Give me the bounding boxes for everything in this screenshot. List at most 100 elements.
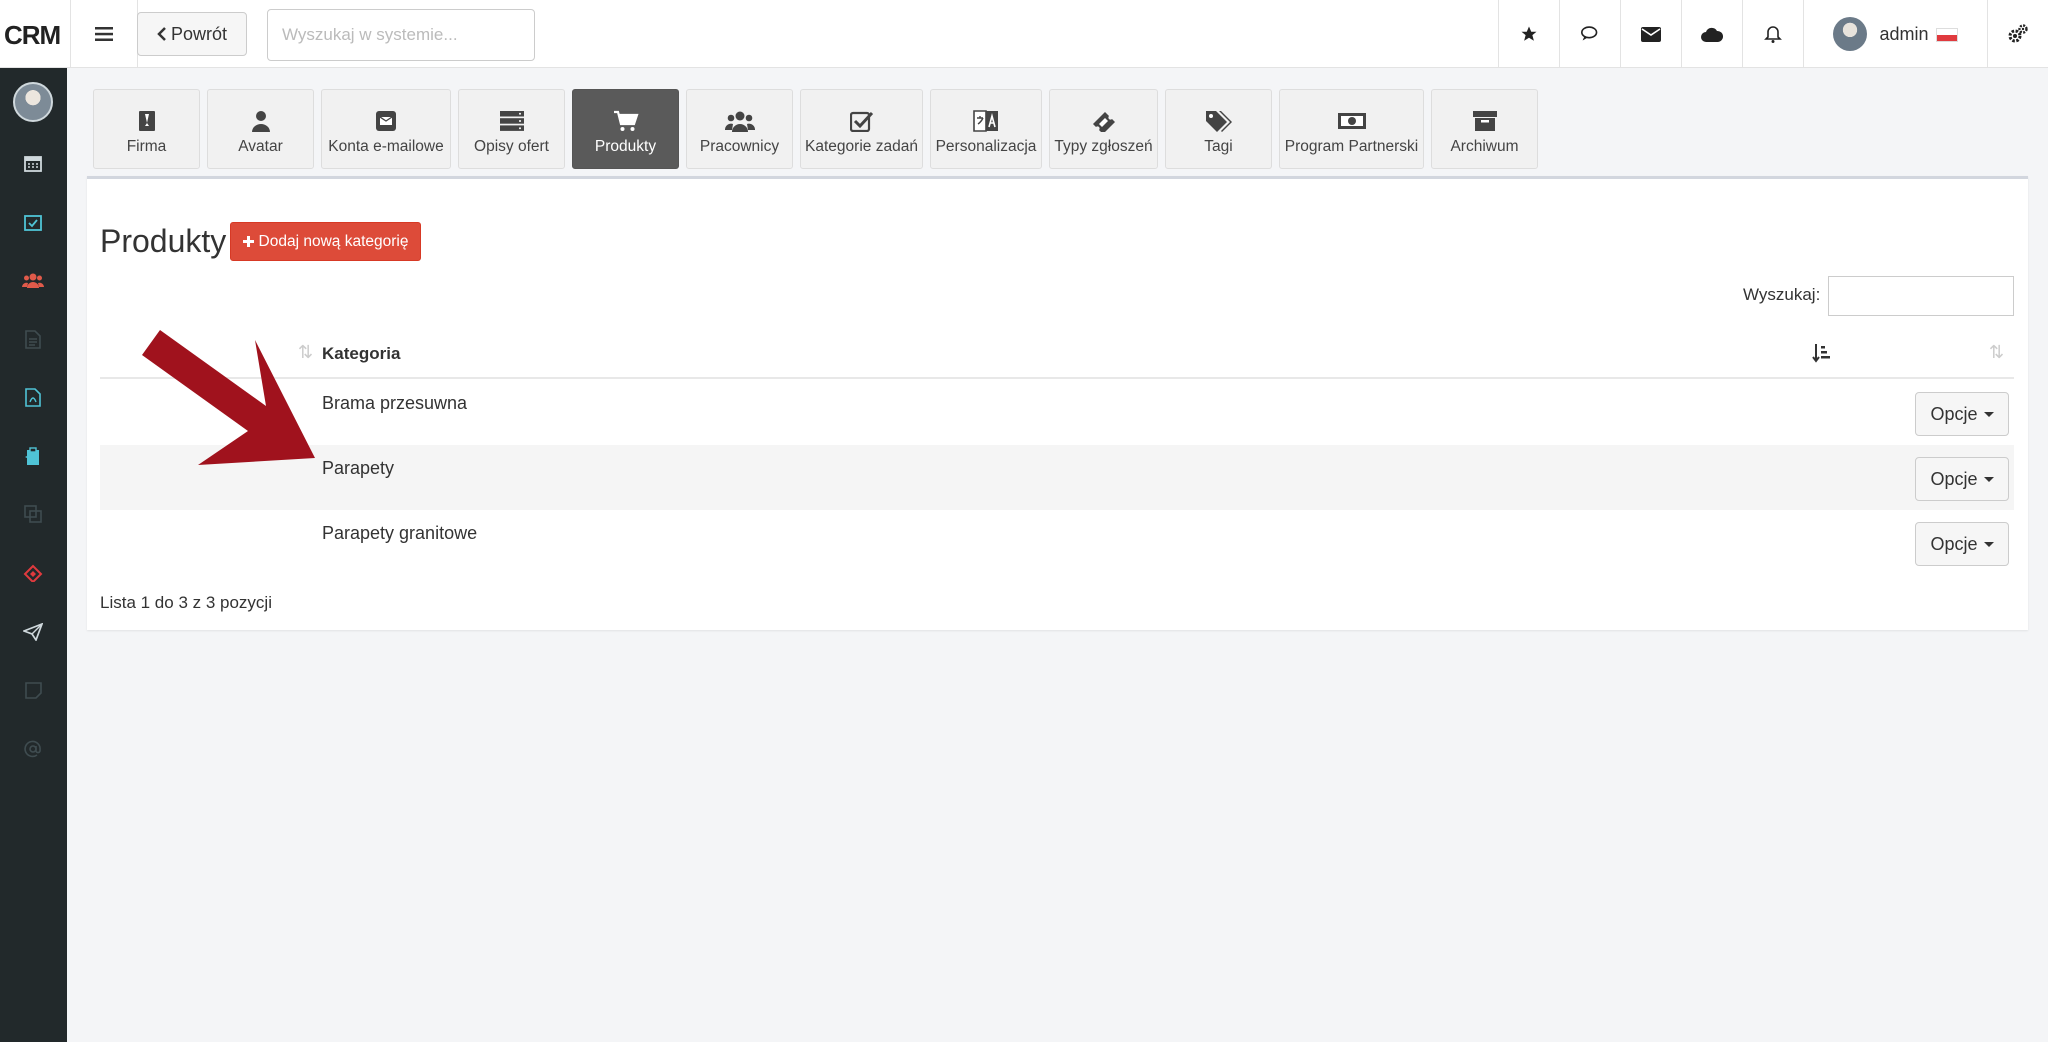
tab-produkty[interactable]: Produkty (572, 89, 679, 169)
bell-icon (1764, 25, 1782, 43)
options-dropdown-button[interactable]: Opcje (1915, 392, 2009, 436)
sidebar-item-calendar[interactable] (22, 152, 44, 174)
tab-personalizacja[interactable]: Personalizacja (930, 89, 1042, 169)
avatar (1833, 17, 1868, 51)
tab-opisy-ofert[interactable]: Opisy ofert (458, 89, 565, 169)
calendar-icon (24, 156, 42, 172)
app-logo[interactable]: CRM (4, 20, 61, 51)
options-label: Opcje (1930, 403, 1978, 424)
sidebar-item-email[interactable] (22, 738, 44, 760)
category-name: Parapety (322, 458, 395, 478)
sidebar-item-tasks[interactable] (22, 211, 44, 233)
chat-button[interactable] (1559, 0, 1620, 68)
menu-toggle-button[interactable] (70, 0, 138, 68)
sidebar-item-documents[interactable] (22, 328, 44, 350)
ticket-icon (1092, 112, 1115, 132)
top-navbar: CRM Powrót admin (0, 0, 2048, 68)
back-button[interactable]: Powrót (137, 12, 247, 56)
table-search-input[interactable] (1828, 276, 2014, 316)
sort-amount-asc-icon[interactable] (1812, 343, 1832, 363)
cloud-icon (1701, 27, 1723, 42)
id-badge-icon (138, 111, 155, 131)
annotation-arrow (142, 330, 315, 465)
polish-flag-icon (1935, 27, 1958, 42)
calendar-check-icon (24, 215, 42, 231)
options-label: Opcje (1930, 533, 1978, 554)
language-icon (973, 110, 998, 132)
hamburger-icon (95, 27, 113, 41)
user-icon (251, 111, 270, 132)
tab-label: Firma (126, 138, 167, 155)
options-dropdown-button[interactable]: Opcje (1915, 457, 2009, 501)
tab-label: Tagi (1204, 138, 1233, 155)
favorites-button[interactable] (1498, 0, 1559, 68)
category-name: Parapety granitowe (322, 523, 478, 543)
caret-down-icon (1983, 476, 1994, 482)
table-info: Lista 1 do 3 z 3 pozycji (100, 593, 272, 612)
sidebar-item-copy[interactable] (22, 503, 44, 525)
top-icons-group: admin (1498, 0, 2048, 68)
users-icon (22, 273, 44, 288)
tab-label: Archiwum (1450, 138, 1519, 155)
tab-label: Personalizacja (935, 138, 1037, 155)
tags-icon (1205, 111, 1232, 132)
sidebar-item-contacts[interactable] (22, 269, 44, 291)
tab-archiwum[interactable]: Archiwum (1431, 89, 1538, 169)
tab-tagi[interactable]: Tagi (1165, 89, 1272, 169)
sidebar-item-clipboard[interactable] (22, 445, 44, 467)
tab-label: Konta e-mailowe (328, 138, 444, 155)
envelope-icon (1641, 26, 1661, 42)
sidebar-item-send[interactable] (22, 621, 44, 643)
sticky-note-icon (24, 681, 42, 699)
mail-button[interactable] (1620, 0, 1681, 68)
tab-label: Produkty (594, 138, 657, 155)
tab-kategorie-zadan[interactable]: Kategorie zadań (800, 89, 923, 169)
clipboard-icon (25, 446, 39, 465)
caret-down-icon (1983, 411, 1994, 417)
tab-typy-zgloszen[interactable]: Typy zgłoszeń (1049, 89, 1158, 169)
sidebar-item-pdf[interactable] (22, 386, 44, 408)
tab-pracownicy[interactable]: Pracownicy (686, 89, 793, 169)
column-header-kategoria[interactable]: Kategoria (322, 344, 400, 364)
category-name: Brama przesuwna (322, 393, 468, 413)
username: admin (1879, 23, 1929, 44)
check-square-icon (849, 111, 873, 132)
caret-down-icon (1983, 541, 1994, 547)
tab-label: Typy zgłoszeń (1054, 138, 1153, 155)
settings-button[interactable] (1987, 0, 2048, 68)
comments-icon (1581, 26, 1598, 41)
sidebar-item-tickets[interactable] (22, 562, 44, 584)
users-icon (724, 111, 755, 132)
back-button-label: Powrót (170, 23, 228, 44)
envelope-square-icon (376, 111, 396, 131)
archive-icon (1472, 111, 1497, 131)
plus-icon (242, 236, 254, 247)
products-panel: Produkty Dodaj nową kategorię Wyszukaj: … (87, 176, 2028, 630)
tab-label: Program Partnerski (1284, 138, 1419, 155)
server-icon (499, 111, 524, 131)
tab-label: Opisy ofert (474, 138, 549, 155)
page-title: Produkty (100, 223, 227, 259)
global-search-input[interactable] (267, 9, 535, 61)
options-dropdown-button[interactable]: Opcje (1915, 522, 2009, 566)
user-menu[interactable]: admin (1803, 0, 1987, 68)
cogs-icon (2008, 24, 2028, 43)
sidebar-avatar[interactable] (13, 82, 53, 122)
tab-firma[interactable]: Firma (93, 89, 200, 169)
table-header: ⇅ Kategoria ⇅ (100, 331, 2014, 379)
tab-avatar[interactable]: Avatar (207, 89, 314, 169)
notifications-button[interactable] (1742, 0, 1803, 68)
sidebar-item-notes[interactable] (22, 679, 44, 701)
sort-icon[interactable]: ⇅ (1989, 342, 2004, 363)
pdf-file-icon (25, 387, 41, 407)
tab-label: Kategorie zadań (805, 138, 918, 155)
table-search-label: Wyszukaj: (1743, 285, 1821, 304)
tab-label: Pracownicy (699, 138, 780, 155)
shopping-cart-icon (613, 110, 639, 131)
at-icon (24, 740, 41, 758)
chevron-left-icon (157, 27, 166, 41)
tab-konta-emailowe[interactable]: Konta e-mailowe (321, 89, 451, 169)
cloud-button[interactable] (1681, 0, 1742, 68)
add-category-button[interactable]: Dodaj nową kategorię (230, 222, 421, 261)
tab-program-partnerski[interactable]: Program Partnerski (1279, 89, 1424, 169)
